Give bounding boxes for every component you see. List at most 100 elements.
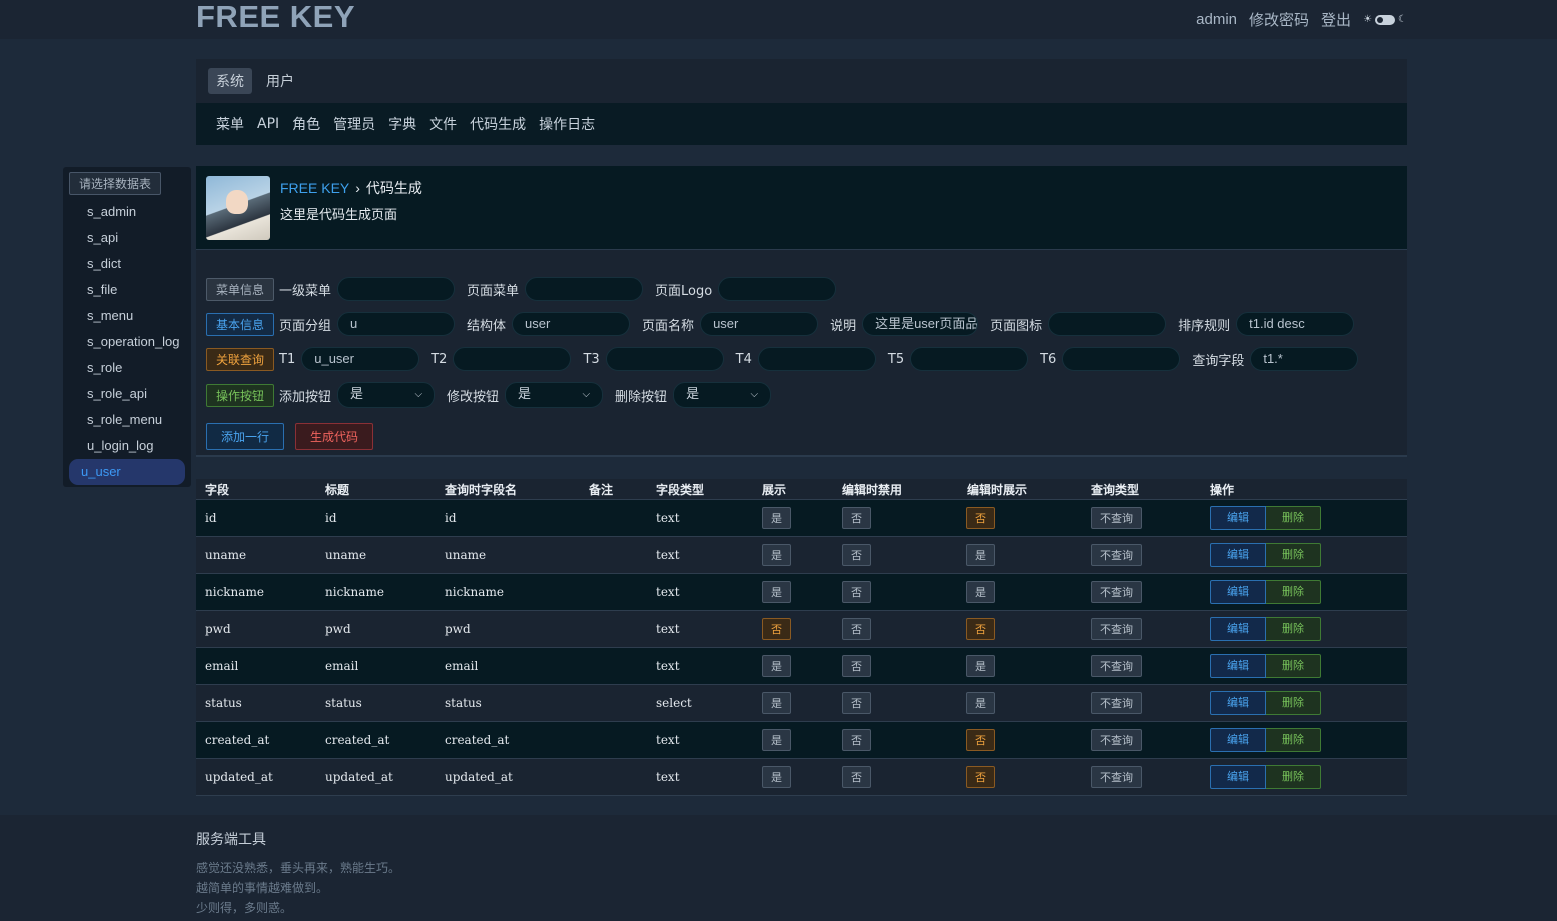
edit-button-select[interactable]: 是 ⌵ bbox=[505, 382, 604, 408]
edit-button[interactable]: 编辑 bbox=[1210, 617, 1266, 641]
edit-disabled-badge[interactable]: 否 bbox=[842, 692, 871, 714]
cell-title: nickname bbox=[325, 585, 384, 599]
subnav-role[interactable]: 角色 bbox=[292, 114, 320, 134]
delete-button[interactable]: 删除 bbox=[1266, 506, 1321, 530]
edit-show-badge[interactable]: 否 bbox=[966, 729, 995, 751]
description-input[interactable]: 这里是user页面品 bbox=[862, 312, 979, 336]
edit-button[interactable]: 编辑 bbox=[1210, 543, 1266, 567]
sidebar-item-s_operation_log[interactable]: s_operation_log bbox=[69, 329, 185, 355]
subnav-admin[interactable]: 管理员 bbox=[333, 114, 375, 134]
query-type-badge[interactable]: 不查询 bbox=[1091, 729, 1142, 751]
add-button-select[interactable]: 是 ⌵ bbox=[337, 382, 436, 408]
sidebar-item-s_dict[interactable]: s_dict bbox=[69, 251, 185, 277]
sidebar-item-s_file[interactable]: s_file bbox=[69, 277, 185, 303]
t4-input[interactable] bbox=[757, 347, 876, 371]
show-badge[interactable]: 是 bbox=[762, 507, 791, 529]
add-row-button[interactable]: 添加一行 bbox=[206, 423, 285, 450]
subnav-codegen[interactable]: 代码生成 bbox=[470, 114, 526, 134]
cell-title: created_at bbox=[325, 733, 390, 747]
sidebar-item-u_login_log[interactable]: u_login_log bbox=[69, 433, 185, 459]
edit-disabled-badge[interactable]: 否 bbox=[842, 618, 871, 640]
show-badge[interactable]: 是 bbox=[762, 729, 791, 751]
page-group-input[interactable]: u bbox=[337, 312, 456, 336]
edit-show-badge[interactable]: 是 bbox=[966, 692, 995, 714]
sidebar-item-s_menu[interactable]: s_menu bbox=[69, 303, 185, 329]
first-menu-input[interactable] bbox=[337, 277, 456, 301]
t6-input[interactable] bbox=[1062, 347, 1181, 371]
username-link[interactable]: admin bbox=[1196, 11, 1237, 28]
edit-button[interactable]: 编辑 bbox=[1210, 728, 1266, 752]
query-type-badge[interactable]: 不查询 bbox=[1091, 655, 1142, 677]
edit-disabled-badge[interactable]: 否 bbox=[842, 544, 871, 566]
show-badge[interactable]: 否 bbox=[762, 618, 791, 640]
show-badge[interactable]: 是 bbox=[762, 655, 791, 677]
sidebar-item-s_admin[interactable]: s_admin bbox=[69, 199, 185, 225]
delete-button[interactable]: 删除 bbox=[1266, 543, 1321, 567]
show-badge[interactable]: 是 bbox=[762, 766, 791, 788]
sidebar-item-s_role_api[interactable]: s_role_api bbox=[69, 381, 185, 407]
struct-input[interactable]: user bbox=[512, 312, 631, 336]
change-password-link[interactable]: 修改密码 bbox=[1249, 9, 1309, 30]
edit-disabled-badge[interactable]: 否 bbox=[842, 507, 871, 529]
edit-button[interactable]: 编辑 bbox=[1210, 765, 1266, 789]
subnav-file[interactable]: 文件 bbox=[429, 114, 457, 134]
edit-disabled-badge[interactable]: 否 bbox=[842, 655, 871, 677]
show-badge[interactable]: 是 bbox=[762, 692, 791, 714]
edit-disabled-badge[interactable]: 否 bbox=[842, 581, 871, 603]
theme-toggle[interactable]: ☀ ☾ bbox=[1363, 14, 1407, 25]
query-type-badge[interactable]: 不查询 bbox=[1091, 618, 1142, 640]
edit-show-badge[interactable]: 否 bbox=[966, 507, 995, 529]
edit-button[interactable]: 编辑 bbox=[1210, 654, 1266, 678]
page-menu-input[interactable] bbox=[525, 277, 644, 301]
edit-disabled-badge[interactable]: 否 bbox=[842, 766, 871, 788]
edit-show-badge[interactable]: 是 bbox=[966, 655, 995, 677]
label-add-button: 添加按钮 bbox=[279, 389, 332, 405]
t2-input[interactable] bbox=[453, 347, 572, 371]
edit-button[interactable]: 编辑 bbox=[1210, 691, 1266, 715]
query-type-badge[interactable]: 不查询 bbox=[1091, 581, 1142, 603]
breadcrumb-home[interactable]: FREE KEY bbox=[280, 180, 349, 196]
sidebar-item-s_role_menu[interactable]: s_role_menu bbox=[69, 407, 185, 433]
delete-button[interactable]: 删除 bbox=[1266, 728, 1321, 752]
delete-button[interactable]: 删除 bbox=[1266, 691, 1321, 715]
edit-show-badge[interactable]: 是 bbox=[966, 544, 995, 566]
page-icon-input[interactable] bbox=[1048, 312, 1167, 336]
logout-link[interactable]: 登出 bbox=[1321, 9, 1351, 30]
edit-button[interactable]: 编辑 bbox=[1210, 580, 1266, 604]
sidebar-item-u_user[interactable]: u_user bbox=[69, 459, 185, 485]
query-fields-input[interactable]: t1.* bbox=[1250, 347, 1359, 371]
subnav-dict[interactable]: 字典 bbox=[388, 114, 416, 134]
delete-button[interactable]: 删除 bbox=[1266, 654, 1321, 678]
t1-input[interactable]: u_user bbox=[301, 347, 420, 371]
show-badge[interactable]: 是 bbox=[762, 544, 791, 566]
show-badge[interactable]: 是 bbox=[762, 581, 791, 603]
toggle-switch[interactable] bbox=[1375, 14, 1396, 25]
generate-code-button[interactable]: 生成代码 bbox=[295, 423, 374, 450]
tab-user[interactable]: 用户 bbox=[258, 68, 302, 94]
edit-button[interactable]: 编辑 bbox=[1210, 506, 1266, 530]
order-input[interactable]: t1.id desc bbox=[1236, 312, 1355, 336]
delete-button[interactable]: 删除 bbox=[1266, 580, 1321, 604]
query-type-badge[interactable]: 不查询 bbox=[1091, 692, 1142, 714]
delete-button-select[interactable]: 是 ⌵ bbox=[673, 382, 772, 408]
sidebar-item-s_role[interactable]: s_role bbox=[69, 355, 185, 381]
edit-show-badge[interactable]: 是 bbox=[966, 581, 995, 603]
page-logo-input[interactable] bbox=[718, 277, 837, 301]
t3-input[interactable] bbox=[605, 347, 724, 371]
subnav-oplog[interactable]: 操作日志 bbox=[539, 114, 595, 134]
subnav-menu[interactable]: 菜单 bbox=[216, 114, 244, 134]
t5-input[interactable] bbox=[910, 347, 1029, 371]
delete-button[interactable]: 删除 bbox=[1266, 765, 1321, 789]
edit-show-badge[interactable]: 否 bbox=[966, 766, 995, 788]
app-logo[interactable]: FREE KEY bbox=[196, 0, 355, 34]
page-name-input[interactable]: user bbox=[700, 312, 819, 336]
edit-disabled-badge[interactable]: 否 bbox=[842, 729, 871, 751]
subnav-api[interactable]: API bbox=[257, 116, 279, 132]
query-type-badge[interactable]: 不查询 bbox=[1091, 544, 1142, 566]
sidebar-item-s_api[interactable]: s_api bbox=[69, 225, 185, 251]
edit-show-badge[interactable]: 否 bbox=[966, 618, 995, 640]
delete-button[interactable]: 删除 bbox=[1266, 617, 1321, 641]
query-type-badge[interactable]: 不查询 bbox=[1091, 766, 1142, 788]
tab-system[interactable]: 系统 bbox=[208, 68, 252, 94]
query-type-badge[interactable]: 不查询 bbox=[1091, 507, 1142, 529]
